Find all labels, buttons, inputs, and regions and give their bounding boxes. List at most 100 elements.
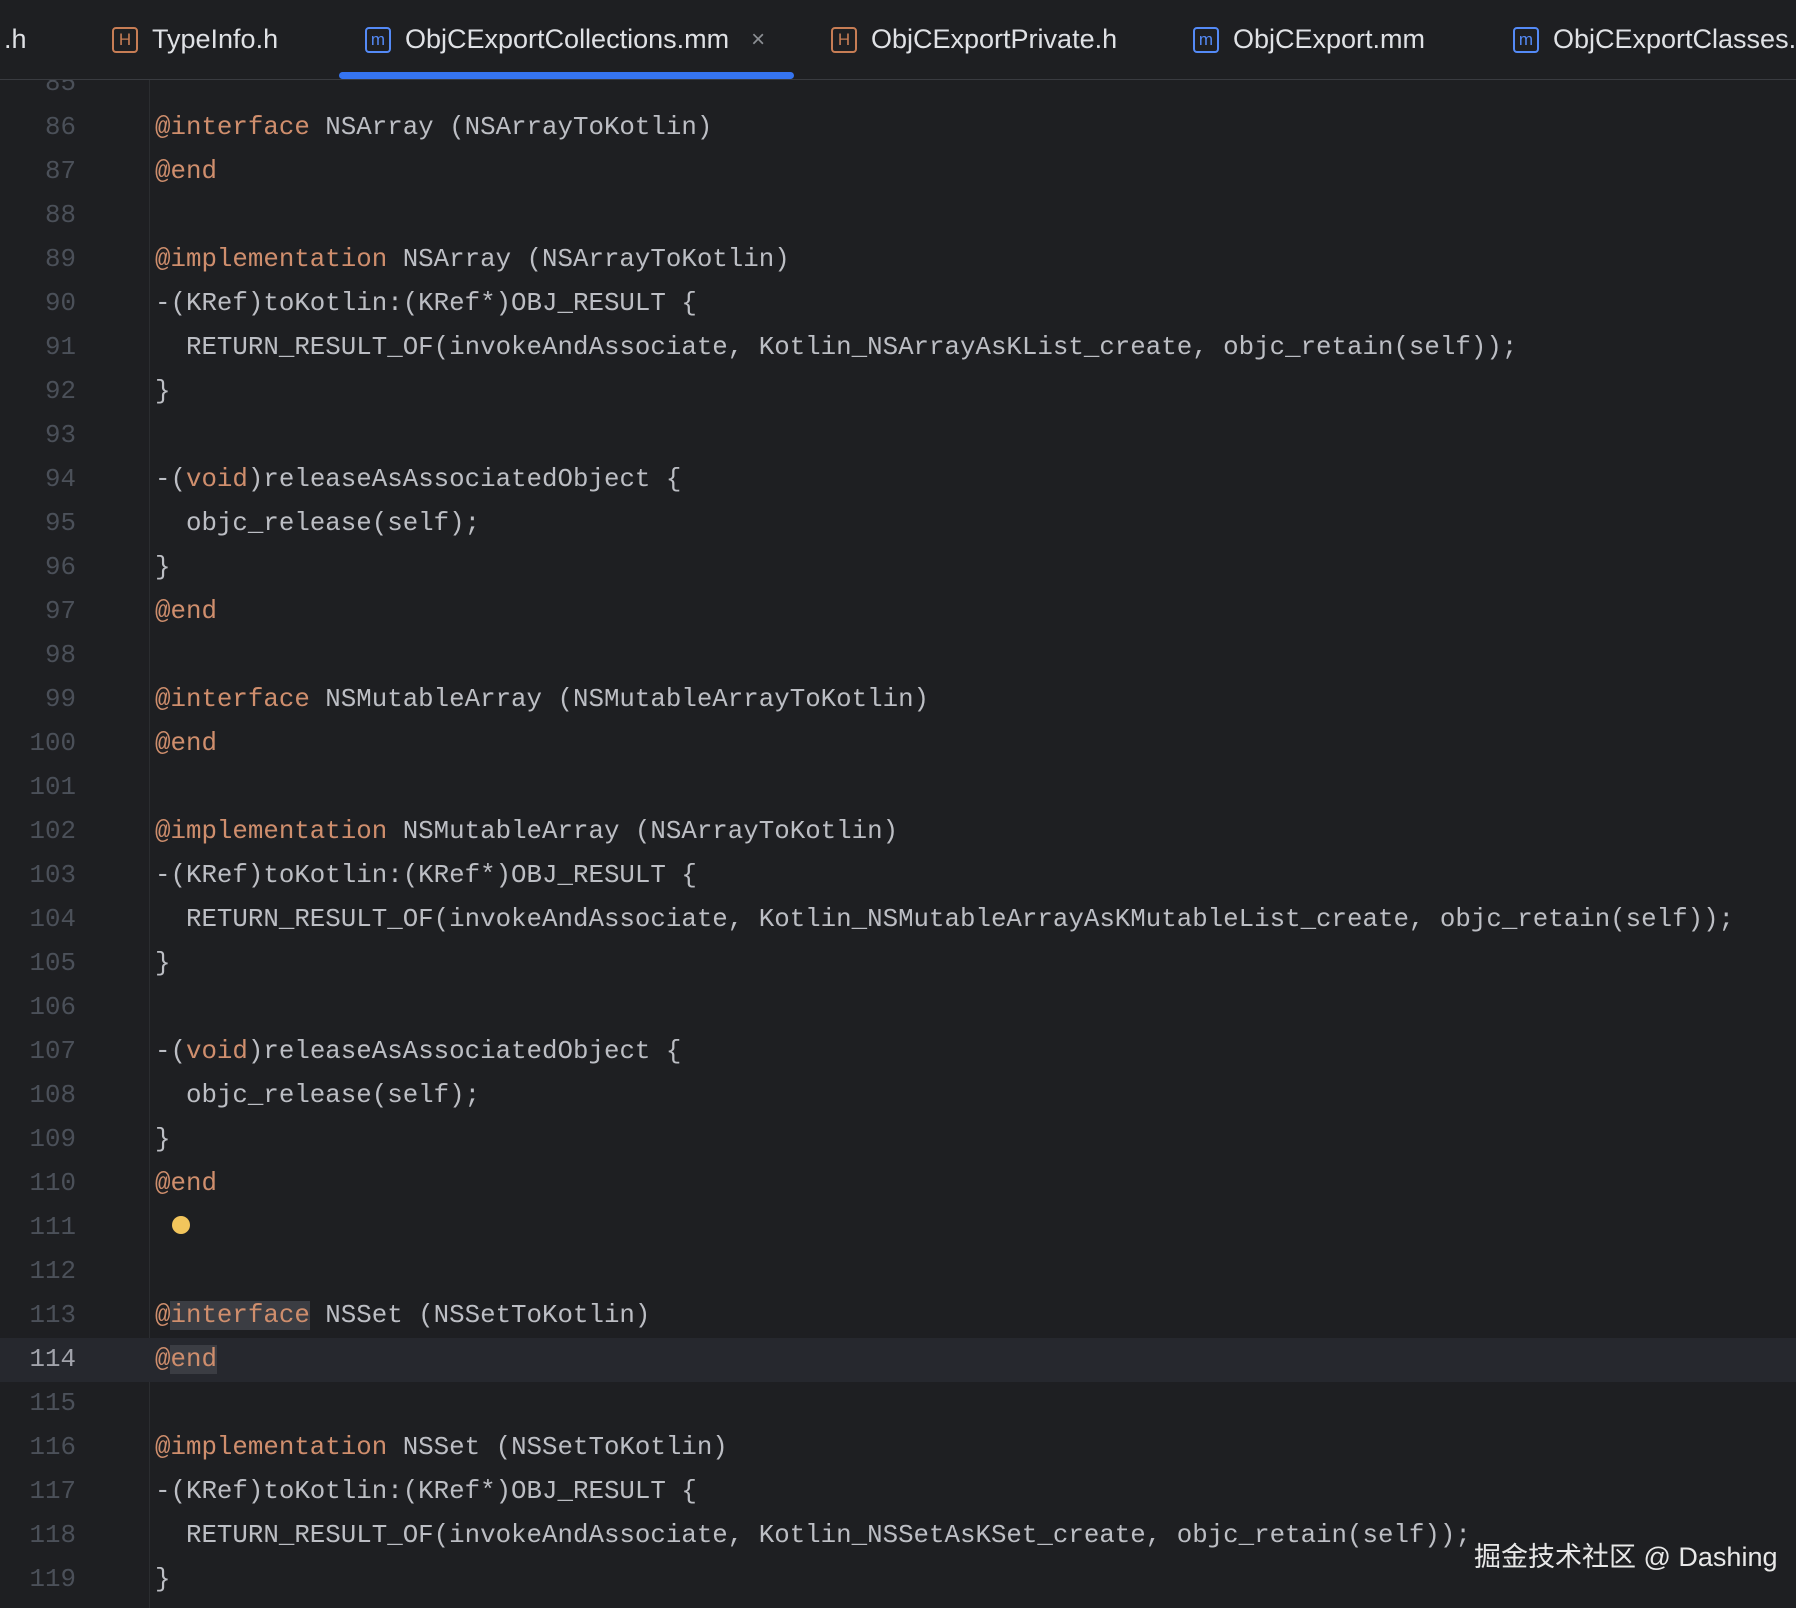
code-line[interactable]: 104 RETURN_RESULT_OF(invokeAndAssociate,… [0, 898, 1796, 942]
code-text: @interface NSSet (NSSetToKotlin) [155, 1294, 650, 1338]
line-number: 106 [29, 993, 76, 1022]
code-line[interactable]: 106 [0, 986, 1796, 1030]
code-line[interactable]: 87 @end [0, 150, 1796, 194]
code-token: )releaseAsAssociatedObject { [247, 465, 682, 494]
keyword-token: @implementation [155, 817, 388, 846]
code-token: } [155, 1565, 171, 1594]
code-token: } [155, 949, 171, 978]
keyword-token: void [185, 1037, 248, 1066]
line-number: 102 [29, 817, 76, 846]
code-line[interactable]: 99 @interface NSMutableArray (NSMutableAr… [0, 678, 1796, 722]
line-number: 108 [29, 1081, 76, 1110]
keyword-token: @ [155, 1345, 171, 1374]
keyword-token: end [170, 1345, 217, 1374]
tab-objcexportprivate-h[interactable]: H ObjCExportPrivate.h [831, 0, 1117, 79]
line-number: 112 [29, 1257, 76, 1286]
line-number: 114 [29, 1345, 76, 1374]
code-token: } [155, 553, 171, 582]
tab--h[interactable]: .h [4, 0, 27, 79]
code-editor[interactable]: 85 86 @interface NSArray (NSArrayToKotlin)… [0, 80, 1796, 1608]
code-line[interactable]: 109} [0, 1118, 1796, 1162]
code-token: -( [155, 465, 186, 494]
code-line[interactable]: 94 -(void)releaseAsAssociatedObject { [0, 458, 1796, 502]
keyword-token: @end [155, 157, 217, 186]
line-number: 93 [45, 421, 76, 450]
code-line[interactable]: 103 -(KRef)toKotlin:(KRef*)OBJ_RESULT { [0, 854, 1796, 898]
code-line[interactable]: 114 @end [0, 1338, 1796, 1382]
code-line[interactable]: 92} [0, 370, 1796, 414]
code-text: @implementation NSArray (NSArrayToKotlin… [155, 238, 790, 282]
keyword-token: @end [155, 1169, 217, 1198]
line-number: 119 [29, 1565, 76, 1594]
code-line[interactable]: 113 @interface NSSet (NSSetToKotlin) [0, 1294, 1796, 1338]
code-line[interactable]: 110 @end [0, 1162, 1796, 1206]
code-line[interactable]: 115 [0, 1382, 1796, 1426]
header-file-icon: H [112, 26, 138, 53]
line-number: 88 [45, 201, 76, 230]
line-number: 118 [29, 1521, 76, 1550]
code-line[interactable]: 102 @implementation NSMutableArray (NSArr… [0, 810, 1796, 854]
line-number: 96 [45, 553, 76, 582]
objc-file-icon: m [1513, 26, 1539, 53]
keyword-token: @ [155, 1301, 171, 1330]
code-line[interactable]: 96} [0, 546, 1796, 590]
line-number: 87 [45, 157, 76, 186]
tab-label: ObjCExport.mm [1233, 24, 1426, 54]
editor-tab-bar: .h H TypeInfo.h m ObjCExportCollections.mm × H… [0, 0, 1796, 80]
code-line[interactable]: 95 objc_release(self); [0, 502, 1796, 546]
keyword-token: @interface [155, 685, 310, 714]
tab-objcexportclasses-mm[interactable]: m ObjCExportClasses.mm [1513, 0, 1796, 79]
code-line[interactable]: 111 [0, 1206, 1796, 1250]
code-line[interactable]: 101 [0, 766, 1796, 810]
tab-typeinfo-h[interactable]: H TypeInfo.h [112, 0, 278, 79]
code-line[interactable]: 108 objc_release(self); [0, 1074, 1796, 1118]
keyword-token: @interface [155, 113, 310, 142]
code-token: -( [155, 1037, 186, 1066]
line-number: 89 [45, 245, 76, 274]
line-number: 85 [45, 80, 76, 98]
header-file-icon: H [831, 26, 857, 53]
code-text: } [155, 1118, 170, 1162]
code-line[interactable]: 117 -(KRef)toKotlin:(KRef*)OBJ_RESULT { [0, 1470, 1796, 1514]
code-line[interactable]: 105} [0, 942, 1796, 986]
code-line[interactable]: 88 [0, 194, 1796, 238]
line-number: 97 [45, 597, 76, 626]
code-line[interactable]: 85 [0, 80, 1796, 106]
code-token: NSSet (NSSetToKotlin) [387, 1433, 728, 1462]
code-text: } [155, 546, 170, 590]
watermark: 掘金技术社区 @ Dashing [1474, 1542, 1778, 1572]
code-line[interactable]: 89 @implementation NSArray (NSArrayToKotl… [0, 238, 1796, 282]
code-token: NSArray (NSArrayToKotlin) [309, 113, 713, 142]
code-line[interactable]: 98 [0, 634, 1796, 678]
code-text: RETURN_RESULT_OF(invokeAndAssociate, Kot… [155, 326, 1517, 370]
close-tab-icon[interactable]: × [751, 26, 765, 54]
code-line[interactable]: 116 @implementation NSSet (NSSetToKotlin) [0, 1426, 1796, 1470]
line-number: 95 [45, 509, 76, 538]
code-token: } [155, 1125, 171, 1154]
line-number: 105 [29, 949, 76, 978]
keyword-token: @implementation [155, 1433, 388, 1462]
tab-objcexportcollections-mm[interactable]: m ObjCExportCollections.mm × [365, 0, 765, 79]
line-number: 117 [29, 1477, 76, 1506]
code-text: @implementation NSSet (NSSetToKotlin) [155, 1426, 728, 1470]
code-token: } [155, 377, 171, 406]
code-text: -(KRef)toKotlin:(KRef*)OBJ_RESULT { [155, 854, 697, 898]
code-line[interactable]: 93 [0, 414, 1796, 458]
code-line[interactable]: 97 @end [0, 590, 1796, 634]
lightbulb-intention-icon[interactable] [172, 1216, 190, 1234]
tab-label: ObjCExportPrivate.h [871, 24, 1118, 54]
code-line[interactable]: 91 RETURN_RESULT_OF(invokeAndAssociate, … [0, 326, 1796, 370]
tab-objcexport-mm[interactable]: m ObjCExport.mm [1193, 0, 1425, 79]
code-token: -(KRef)toKotlin:(KRef*)OBJ_RESULT { [155, 289, 697, 318]
keyword-token: void [185, 465, 248, 494]
code-token: )releaseAsAssociatedObject { [247, 1037, 682, 1066]
code-line[interactable]: 100 @end [0, 722, 1796, 766]
code-line[interactable]: 90 -(KRef)toKotlin:(KRef*)OBJ_RESULT { [0, 282, 1796, 326]
line-number: 109 [29, 1125, 76, 1154]
keyword-token: @implementation [155, 245, 388, 274]
code-text: } [155, 1558, 170, 1602]
tab-label: .h [4, 24, 27, 54]
code-line[interactable]: 112 [0, 1250, 1796, 1294]
code-line[interactable]: 86 @interface NSArray (NSArrayToKotlin) [0, 106, 1796, 150]
code-line[interactable]: 107 -(void)releaseAsAssociatedObject { [0, 1030, 1796, 1074]
